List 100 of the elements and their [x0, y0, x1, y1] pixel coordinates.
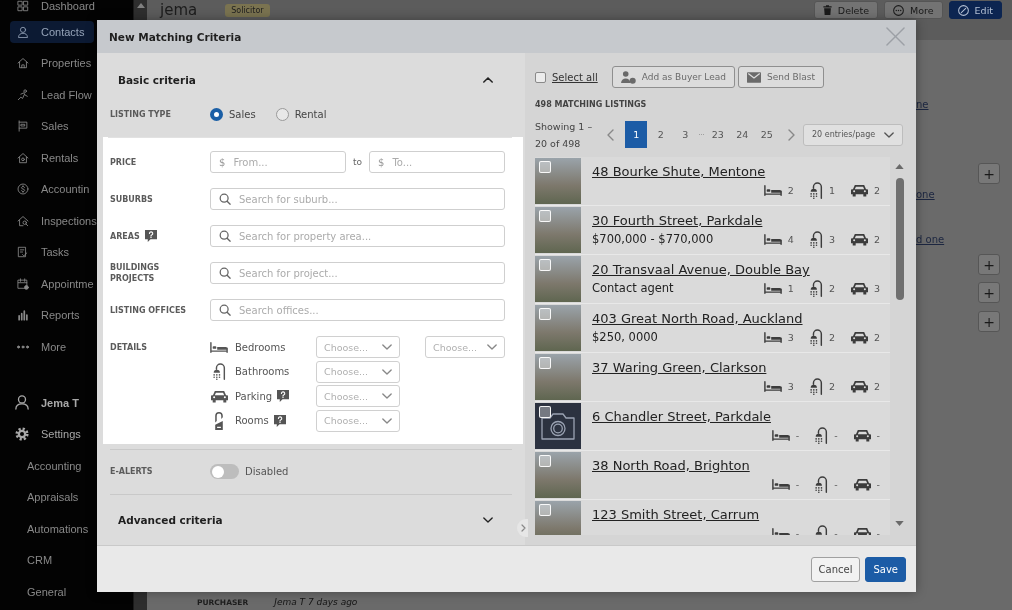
more-icon [893, 4, 905, 16]
sidebar-item[interactable]: Reports [10, 304, 80, 326]
listing-card[interactable]: 30 Fourth Street, Parkdale $700,000 - $770,000 4 3 2 [535, 206, 890, 255]
sidebar-subitem[interactable]: General [10, 581, 67, 603]
field-label: SUBURBS [110, 193, 153, 205]
scroll-up-icon[interactable] [895, 164, 904, 169]
detail-label: Parking [235, 390, 273, 402]
sidebar-subitem[interactable]: Appraisals [10, 486, 79, 508]
toggle-switch[interactable] [210, 464, 239, 479]
sidebar-item[interactable]: Sales [10, 115, 69, 137]
sidebar-item[interactable]: Tasks [10, 241, 70, 263]
close-button[interactable] [886, 27, 905, 46]
add-button[interactable]: + [978, 254, 1000, 275]
sidebar-subitem[interactable]: Automations [10, 518, 89, 540]
close-icon [886, 27, 905, 46]
listing-card[interactable]: 403 Great North Road, Auckland $250, 0000 3 2 2 [535, 304, 890, 353]
listing-title-link[interactable]: 48 Bourke Shute, Mentone [592, 164, 766, 179]
page-button[interactable]: 23 [706, 121, 729, 148]
listing-card[interactable]: 20 Transvaal Avenue, Double Bay Contact agent 1 2 3 [535, 255, 890, 304]
checkbox[interactable] [535, 71, 546, 83]
section-title[interactable]: Basic criteria [118, 74, 196, 86]
sidebar-item[interactable]: More [10, 336, 67, 358]
listing-card[interactable]: 123 Smith Street, Carrum - - - [535, 500, 890, 535]
sidebar-subitem[interactable]: Accounting [10, 455, 82, 477]
listing-card[interactable]: 37 Waring Green, Clarkson 3 2 2 [535, 353, 890, 402]
page-button[interactable]: 1 [625, 121, 648, 148]
field-label: E-ALERTS [110, 466, 154, 477]
page-title: jema [160, 1, 198, 19]
add-buyer-lead-button[interactable]: Add as Buyer Lead [611, 66, 735, 88]
help-icon[interactable] [144, 230, 157, 242]
page-button[interactable]: 24 [731, 121, 754, 148]
sidebar-item[interactable]: Accountin [10, 178, 90, 200]
car-icon [210, 389, 228, 403]
sidebar-item[interactable]: Lead Flow [10, 84, 92, 106]
bed-icon [763, 184, 782, 196]
section-title[interactable]: Advanced criteria [118, 513, 223, 526]
add-button[interactable]: + [978, 282, 1000, 303]
parking-count: 2 [873, 184, 880, 196]
bedroom-count: - [795, 527, 800, 535]
listing-card[interactable]: 6 Chandler Street, Parkdale - - - [535, 402, 890, 451]
more-button[interactable]: More [884, 1, 943, 19]
sidebar-item[interactable]: Properties [10, 52, 92, 74]
field-label: AREAS [110, 230, 140, 242]
chevron-up-icon[interactable] [483, 77, 493, 83]
sidebar-item[interactable]: Contacts [10, 21, 95, 43]
sidebar-item[interactable]: Jema T [10, 392, 79, 414]
delete-button[interactable]: Delete [813, 1, 879, 19]
edit-button[interactable]: Edit [948, 1, 1002, 19]
sidebar-item[interactable]: Inspections [10, 210, 97, 232]
listing-card[interactable]: 38 North Road, Brighton - - - [535, 451, 890, 500]
add-button[interactable]: + [978, 163, 1000, 184]
chevron-right-icon[interactable] [787, 128, 795, 141]
page-button[interactable]: 25 [755, 121, 778, 148]
scroll-up-icon[interactable] [136, 3, 145, 8]
field-label: PRICE [110, 156, 137, 168]
send-blast-button[interactable]: Send Blast [738, 66, 824, 88]
envelope-icon [747, 71, 761, 83]
chevron-left-icon[interactable] [607, 128, 614, 141]
chevron-right-icon[interactable] [517, 519, 528, 537]
listing-title-link[interactable]: 30 Fourth Street, Parkdale [592, 213, 763, 228]
page-button[interactable]: 3 [674, 121, 697, 148]
shower-icon [809, 377, 823, 395]
field-label: BUILDINGS PROJECTS [110, 262, 161, 284]
chevron-down-icon[interactable] [483, 516, 493, 523]
help-icon[interactable] [277, 390, 290, 402]
sidebar-item[interactable]: Appointme [10, 273, 94, 295]
sidebar-subitem[interactable]: CRM [10, 549, 53, 571]
listing-title-link[interactable]: 37 Waring Green, Clarkson [592, 360, 767, 375]
field-label: DETAILS [110, 341, 147, 353]
listing-title-link[interactable]: 38 North Road, Brighton [592, 458, 750, 473]
chevron-down-icon [382, 344, 392, 350]
chevron-down-icon [382, 417, 392, 424]
sidebar-item[interactable]: Rentals [10, 147, 79, 169]
showing-range: Showing 1 – 20 of 498 [535, 119, 594, 151]
car-icon [853, 526, 871, 535]
listing-title-link[interactable]: 403 Great North Road, Auckland [592, 311, 803, 326]
bed-icon [771, 527, 790, 535]
listing-title-link[interactable]: 20 Transvaal Avenue, Double Bay [592, 262, 810, 277]
page-button[interactable]: 2 [649, 121, 672, 148]
radio-label[interactable]: Sales [229, 108, 256, 120]
save-button[interactable]: Save [865, 556, 906, 582]
scrollbar-thumb[interactable] [895, 178, 904, 300]
bedroom-count: 3 [787, 380, 794, 392]
listing-title-link[interactable]: 123 Smith Street, Carrum [592, 507, 760, 522]
cancel-button[interactable]: Cancel [810, 556, 861, 582]
help-icon[interactable] [273, 414, 286, 427]
chevron-down-icon [382, 368, 392, 375]
select-all-link[interactable]: Select all [552, 71, 598, 83]
sidebar-item[interactable]: Settings [10, 423, 81, 445]
radio-button[interactable] [210, 107, 223, 121]
radio-button[interactable] [275, 107, 289, 121]
page-size-dropdown[interactable]: 20 entries/page [803, 123, 903, 146]
radio-label[interactable]: Rental [294, 108, 327, 120]
listing-card[interactable]: 48 Bourke Shute, Mentone 2 1 2 [535, 157, 890, 206]
sign-icon [17, 120, 29, 133]
listing-title-link[interactable]: 6 Chandler Street, Parkdale [592, 409, 771, 424]
scroll-down-icon[interactable] [895, 521, 904, 526]
add-button[interactable]: + [978, 311, 1000, 332]
bathroom-count: - [834, 478, 838, 490]
sidebar-item[interactable]: Dashboard [10, 0, 95, 12]
